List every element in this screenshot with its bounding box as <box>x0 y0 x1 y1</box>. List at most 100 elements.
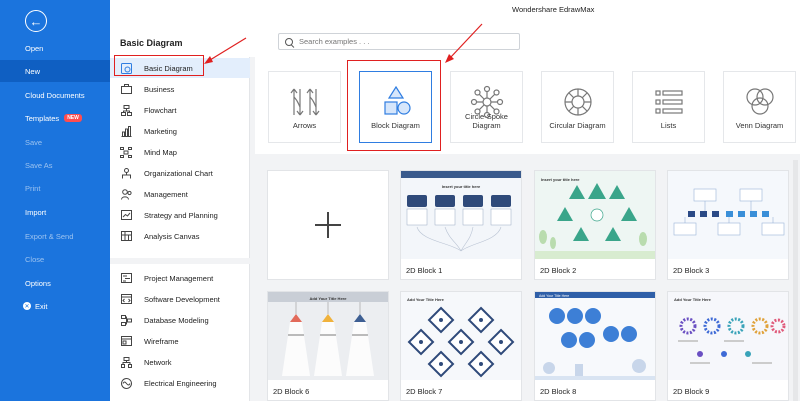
search-input[interactable] <box>299 37 499 46</box>
menu-cloud-documents[interactable]: Cloud Documents <box>0 84 110 106</box>
category-network[interactable]: Network <box>110 352 250 372</box>
type-circle-spoke-diagram[interactable]: Circle-Spoke Diagram <box>450 71 523 143</box>
menu-save-label: Save <box>25 137 43 147</box>
menu-save[interactable]: Save <box>0 131 110 153</box>
strategy-icon <box>120 210 132 221</box>
circular-diagram-icon <box>563 88 592 116</box>
lists-icon <box>654 90 683 114</box>
menu-print[interactable]: Print <box>0 177 110 199</box>
new-badge: NEW <box>64 114 82 122</box>
category-electrical-engineering[interactable]: Electrical Engineering <box>110 373 250 393</box>
category-mind-map[interactable]: Mind Map <box>110 142 250 162</box>
type-label: Lists <box>660 121 677 130</box>
menu-import[interactable]: Import <box>0 201 110 223</box>
category-label: Strategy and Planning <box>144 210 218 220</box>
category-wireframe[interactable]: Wireframe <box>110 331 250 351</box>
category-organizational-chart[interactable]: Organizational Chart <box>110 163 250 183</box>
menu-save-as-label: Save As <box>25 160 53 170</box>
annotation-highlight-category <box>114 55 204 76</box>
category-flowchart[interactable]: Flowchart <box>110 100 250 120</box>
category-management[interactable]: Management <box>110 184 250 204</box>
annotation-highlight-type <box>347 60 441 151</box>
menu-close[interactable]: Close <box>0 248 110 270</box>
example-label: 2D Block 9 <box>673 387 710 396</box>
org-chart-icon <box>120 167 132 179</box>
menu-export-send-label: Export & Send <box>25 231 74 241</box>
example-card[interactable]: Add Your Title Here 2D Block 6 <box>267 291 389 401</box>
examples-grid: Insert your title here 2D Block 1 Insert… <box>255 160 800 401</box>
category-strategy-planning[interactable]: Strategy and Planning <box>110 205 250 225</box>
category-analysis-canvas[interactable]: Analysis Canvas <box>110 226 250 246</box>
thumbnail-title: Insert your title here <box>541 177 580 182</box>
menu-options[interactable]: Options <box>0 272 110 294</box>
bar-chart-icon <box>120 125 132 137</box>
briefcase-icon <box>120 84 132 95</box>
search-box[interactable] <box>278 33 520 50</box>
example-thumbnail: Insert your title here <box>401 171 521 259</box>
category-divider <box>110 258 250 264</box>
example-card[interactable]: Add Your Title Here 2D Block 8 <box>534 291 656 401</box>
example-card[interactable]: Insert your title here 2D Block 1 <box>400 170 522 280</box>
menu-export-send[interactable]: Export & Send <box>0 225 110 247</box>
example-label: 2D Block 7 <box>406 387 443 396</box>
example-card[interactable]: Insert your title here 2D Block 2 <box>534 170 656 280</box>
project-icon <box>120 273 132 284</box>
example-card[interactable]: Add Your Title Here 2D Block 7 <box>400 291 522 401</box>
category-label: Business <box>144 84 175 94</box>
menu-templates-label: Templates <box>25 113 60 123</box>
back-arrow-icon[interactable]: ← <box>25 10 47 32</box>
thumbnail-title: Add Your Title Here <box>407 297 445 302</box>
example-card[interactable]: 2D Block 3 <box>667 170 789 280</box>
category-label: Management <box>144 189 188 199</box>
new-blank-card[interactable] <box>267 170 389 280</box>
wireframe-icon <box>120 336 132 347</box>
menu-exit[interactable]: ✕ Exit <box>0 295 110 317</box>
database-icon <box>120 314 132 326</box>
flowchart-icon <box>120 104 132 116</box>
thumbnail-title: Add Your Title Here <box>674 297 712 302</box>
arrows-icon <box>290 88 319 116</box>
menu-open-label: Open <box>25 43 44 53</box>
category-business[interactable]: Business <box>110 79 250 99</box>
electrical-icon <box>120 377 132 389</box>
category-marketing[interactable]: Marketing <box>110 121 250 141</box>
menu-new[interactable]: New <box>0 60 110 82</box>
type-label: Arrows <box>292 121 317 130</box>
example-label: 2D Block 6 <box>273 387 310 396</box>
example-label: 2D Block 2 <box>540 266 577 275</box>
example-label: 2D Block 1 <box>406 266 443 275</box>
category-database-modeling[interactable]: Database Modeling <box>110 310 250 330</box>
category-label: Organizational Chart <box>144 168 213 178</box>
type-venn-diagram[interactable]: Venn Diagram <box>723 71 796 143</box>
app-title: Wondershare EdrawMax <box>512 5 595 14</box>
category-label: Software Development <box>144 294 220 304</box>
management-icon <box>120 188 132 200</box>
examples-scrollbar[interactable] <box>793 160 798 401</box>
venn-diagram-icon <box>745 88 774 115</box>
menu-templates[interactable]: Templates NEW <box>0 107 110 129</box>
canvas-icon <box>120 231 132 242</box>
type-circular-diagram[interactable]: Circular Diagram <box>541 71 614 143</box>
example-thumbnail <box>668 171 788 259</box>
category-label: Flowchart <box>144 105 177 115</box>
category-label: Mind Map <box>144 147 177 157</box>
example-thumbnail: Add Your Title Here <box>535 292 655 380</box>
exit-icon: ✕ <box>23 302 31 310</box>
category-label: Marketing <box>144 126 177 136</box>
thumbnail-title: Add Your Title Here <box>310 296 348 301</box>
type-arrows[interactable]: Arrows <box>268 71 341 143</box>
menu-exit-label: Exit <box>35 301 48 311</box>
category-project-management[interactable]: Project Management <box>110 268 250 288</box>
type-label: Circle-Spoke Diagram <box>465 112 508 130</box>
network-icon <box>120 356 132 368</box>
category-label: Network <box>144 357 172 367</box>
example-card[interactable]: Add Your Title Here 2D Block 9 <box>667 291 789 401</box>
menu-open[interactable]: Open <box>0 37 110 59</box>
category-software-development[interactable]: Software Development <box>110 289 250 309</box>
category-label: Wireframe <box>144 336 179 346</box>
example-thumbnail: Add Your Title Here <box>268 292 388 380</box>
type-lists[interactable]: Lists <box>632 71 705 143</box>
menu-save-as[interactable]: Save As <box>0 154 110 176</box>
example-thumbnail: Add Your Title Here <box>668 292 788 380</box>
file-menu: ← Open New Cloud Documents Templates NEW … <box>0 0 110 401</box>
